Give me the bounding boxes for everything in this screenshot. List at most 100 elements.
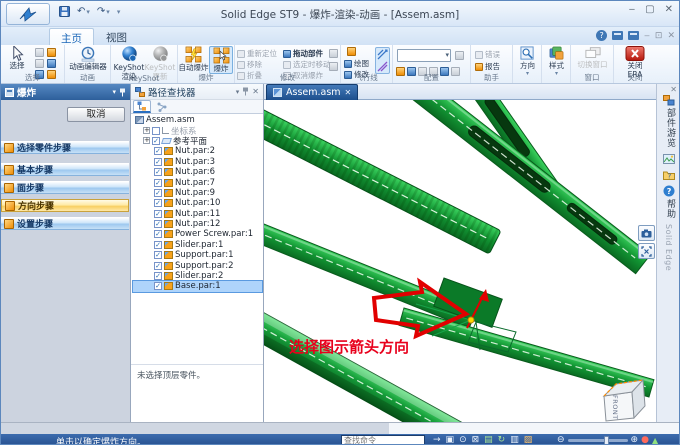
errors-button[interactable]: 错误 — [475, 49, 500, 60]
move-on-select-button[interactable]: 选定时移动 — [283, 59, 331, 70]
checkbox[interactable]: ✓ — [154, 210, 162, 218]
styles-icon[interactable]: ▥ — [510, 435, 519, 445]
document-tab-assem[interactable]: Assem.asm ✕ — [266, 84, 358, 100]
select-options-icon[interactable] — [47, 59, 56, 68]
next-icon[interactable]: → — [433, 435, 441, 445]
zoom-slider-thumb[interactable] — [604, 436, 609, 445]
display-pane2-icon[interactable] — [628, 31, 639, 40]
camera-button[interactable] — [638, 225, 655, 241]
remove-button[interactable]: 移除 — [237, 59, 262, 70]
panel-menu-icon[interactable]: ▾ — [112, 88, 116, 96]
help-circle-icon[interactable]: ? — [662, 184, 676, 197]
style-button[interactable]: 样式▾ — [544, 46, 569, 78]
explode-button[interactable]: 爆炸 — [209, 46, 233, 74]
display-pane-icon[interactable] — [612, 31, 623, 40]
checkbox[interactable]: ✓ — [154, 230, 162, 238]
tree-item[interactable]: ✓Nut.par:9 — [133, 188, 262, 198]
tree-item[interactable]: ✓Power Screw.par:1 — [133, 229, 262, 239]
animation-editor-button[interactable]: 动画编辑器 — [71, 46, 105, 71]
switch-window-button[interactable]: 切换窗口 — [574, 46, 611, 69]
flowline-style2-icon[interactable] — [377, 61, 388, 72]
config-save-icon[interactable] — [455, 51, 464, 60]
minimize-button[interactable]: ‒ — [629, 4, 635, 15]
checkbox[interactable]: ✓ — [154, 262, 162, 270]
pin-icon[interactable] — [242, 87, 249, 96]
tree-item[interactable]: ✓Slider.par:2 — [133, 271, 262, 281]
flowlines-icon[interactable] — [347, 47, 356, 56]
help-icon[interactable]: ? — [596, 30, 607, 41]
orientation-button[interactable]: 方向▾ — [515, 46, 540, 78]
flowlines-draw-button[interactable]: 绘图 — [344, 58, 369, 69]
close-button[interactable]: ✕ — [665, 4, 673, 15]
folder-help-icon[interactable]: ? — [662, 168, 676, 181]
checkbox[interactable]: ✓ — [154, 189, 162, 197]
tree-item[interactable]: ✓Nut.par:10 — [133, 198, 262, 208]
view-style-icon[interactable]: ▣ — [446, 435, 455, 445]
explode-step-1[interactable]: 选择零件步骤 — [1, 141, 129, 154]
explode-step-2[interactable]: 基本步骤 — [1, 163, 129, 176]
undo-button[interactable]: ↶▾ — [77, 6, 90, 17]
select-button[interactable]: 选择 — [4, 46, 30, 70]
image-pane-icon[interactable] — [662, 152, 676, 165]
tree-item[interactable]: Assem.asm — [133, 115, 262, 125]
find-command-input[interactable] — [341, 435, 425, 445]
checkbox[interactable]: ✓ — [154, 179, 162, 187]
tree-item[interactable]: +✓参考平面 — [133, 136, 262, 146]
checkbox[interactable]: ✓ — [154, 251, 162, 259]
reposition-button[interactable]: 重新定位 — [237, 48, 277, 59]
model-canvas[interactable]: 选择图示箭头方向 FRONT — [264, 100, 656, 422]
tab-home[interactable]: 主页 — [49, 28, 94, 45]
layout-icon[interactable]: ▨ — [524, 435, 533, 445]
pin-icon[interactable] — [119, 88, 126, 97]
checkbox[interactable]: ✓ — [154, 272, 162, 280]
mdi-minimize-button[interactable]: ‒ — [644, 31, 650, 41]
tree-item[interactable]: ✓Base.par:1 — [133, 281, 262, 291]
expand-icon[interactable]: + — [143, 127, 150, 134]
component-tour-icon[interactable] — [662, 94, 676, 107]
fit-view-button[interactable] — [638, 243, 655, 259]
checkbox[interactable]: ✓ — [154, 168, 162, 176]
tree-item[interactable]: ✓Nut.par:6 — [133, 167, 262, 177]
redo-button[interactable]: ↷▾ — [97, 6, 110, 17]
record-icon[interactable]: ● — [641, 435, 649, 445]
checkbox[interactable]: ✓ — [154, 241, 162, 249]
tree-item[interactable]: ✓Nut.par:3 — [133, 157, 262, 167]
auto-explode-button[interactable]: 自动爆炸 — [179, 46, 208, 72]
fit-all-icon[interactable]: ▲ — [652, 436, 658, 445]
mdi-close-button[interactable]: ✕ — [667, 31, 675, 41]
help-label[interactable]: 帮助 — [664, 199, 677, 219]
panel-menu-icon[interactable]: ▾ — [236, 88, 240, 96]
report-button[interactable]: 报告 — [475, 61, 500, 72]
explode-step-4[interactable]: 方向步骤 — [1, 199, 129, 212]
zoom-area-icon[interactable]: ⊠ — [472, 435, 480, 445]
zoom-slider[interactable] — [568, 439, 628, 442]
checkbox[interactable]: ✓ — [154, 282, 162, 290]
tree-item[interactable]: ✓Slider.par:1 — [133, 240, 262, 250]
select-filter-icon[interactable] — [35, 48, 44, 57]
tab-view[interactable]: 视图 — [95, 28, 138, 45]
tree-item[interactable]: ✓Nut.par:2 — [133, 146, 262, 156]
modify-aux1-icon[interactable] — [329, 49, 338, 58]
select-visible-icon[interactable] — [47, 48, 56, 57]
component-tour-label[interactable]: 部件游览 — [664, 108, 677, 148]
tab-pathfinder-alt[interactable] — [153, 100, 171, 113]
cancel-button[interactable]: 取消 — [67, 107, 125, 122]
tree-item[interactable]: ✓Nut.par:12 — [133, 219, 262, 229]
explode-step-5[interactable]: 设置步骤 — [1, 217, 129, 230]
checkbox[interactable]: ✓ — [154, 147, 162, 155]
tab-pathfinder-tree[interactable] — [133, 100, 151, 113]
mdi-restore-button[interactable]: ⊡ — [655, 31, 663, 41]
checkbox[interactable] — [152, 127, 160, 135]
maximize-button[interactable]: ▢ — [645, 4, 654, 15]
close-panel-icon[interactable]: ✕ — [252, 87, 259, 96]
checkbox[interactable]: ✓ — [154, 158, 162, 166]
tree-item[interactable]: ✓Support.par:2 — [133, 260, 262, 270]
select-box-icon[interactable] — [35, 59, 44, 68]
rotate-icon[interactable]: ↻ — [498, 435, 506, 445]
document-close-icon[interactable]: ✕ — [345, 88, 352, 97]
expand-icon[interactable]: + — [143, 137, 150, 144]
dock-close-icon[interactable]: ✕ — [670, 85, 677, 94]
checkbox[interactable]: ✓ — [152, 137, 160, 145]
tree-item[interactable]: ✓Support.par:1 — [133, 250, 262, 260]
checkbox[interactable]: ✓ — [154, 199, 162, 207]
